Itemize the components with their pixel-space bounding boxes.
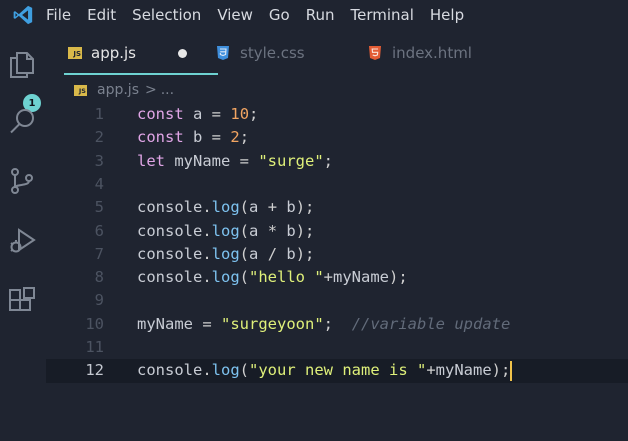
extensions-icon[interactable] xyxy=(6,285,38,317)
explorer-icon[interactable] xyxy=(6,48,38,80)
code-line[interactable]: 10 myName = "surgeyoon"; //variable updat… xyxy=(46,313,628,336)
css-file-icon xyxy=(216,45,230,61)
line-number: 12 xyxy=(85,361,104,380)
tab-app-js[interactable]: JS app.js xyxy=(68,30,136,75)
menu-go[interactable]: Go xyxy=(261,0,298,30)
vscode-logo-icon xyxy=(0,0,46,30)
editor-tabs: JS app.js style.css index.html xyxy=(46,30,628,75)
line-number: 4 xyxy=(94,174,104,193)
search-icon[interactable] xyxy=(6,105,38,137)
code-line[interactable]: 11 xyxy=(46,336,628,359)
line-number: 10 xyxy=(85,314,104,333)
line-number: 2 xyxy=(94,128,104,147)
code-line[interactable]: 1 const a = 10; xyxy=(46,103,628,126)
menu-file[interactable]: File xyxy=(46,0,79,30)
code-line[interactable]: 12 console.log("your new name is "+myName… xyxy=(46,359,628,383)
line-number: 7 xyxy=(94,244,104,263)
activity-bar: 1 xyxy=(0,30,46,441)
js-file-icon: JS xyxy=(68,46,82,59)
tab-label: style.css xyxy=(240,43,305,62)
line-number: 8 xyxy=(94,268,104,287)
code-line[interactable]: 4 xyxy=(46,173,628,196)
menu-help[interactable]: Help xyxy=(422,0,472,30)
line-number: 6 xyxy=(94,221,104,240)
code-text[interactable]: const b = 2; xyxy=(137,126,249,149)
code-text[interactable]: let myName = "surge"; xyxy=(137,150,333,173)
code-text[interactable]: console.log("hello "+myName); xyxy=(137,266,408,289)
tab-index-html[interactable]: index.html xyxy=(368,30,472,75)
js-file-icon: JS xyxy=(74,84,87,96)
line-number: 11 xyxy=(85,338,104,356)
source-control-icon[interactable] xyxy=(6,165,38,197)
menu-terminal[interactable]: Terminal xyxy=(343,0,422,30)
active-tab-indicator xyxy=(64,73,218,75)
line-number: 5 xyxy=(94,198,104,217)
code-line[interactable]: 6 console.log(a * b); xyxy=(46,220,628,243)
code-text[interactable]: const a = 10; xyxy=(137,103,258,126)
line-number: 1 xyxy=(94,105,104,123)
code-line[interactable]: 5 console.log(a + b); xyxy=(46,196,628,219)
code-text[interactable]: console.log(a * b); xyxy=(137,220,314,243)
breadcrumb-separator: > xyxy=(145,82,157,98)
menu-run[interactable]: Run xyxy=(298,0,343,30)
code-line[interactable]: 7 console.log(a / b); xyxy=(46,243,628,266)
menu-view[interactable]: View xyxy=(209,0,261,30)
code-text[interactable]: console.log("your new name is "+myName); xyxy=(137,359,513,382)
text-cursor xyxy=(510,360,513,381)
line-number: 3 xyxy=(94,151,104,170)
code-line[interactable]: 8 console.log("hello "+myName); xyxy=(46,266,628,289)
menu-selection[interactable]: Selection xyxy=(124,0,209,30)
breadcrumb-symbols[interactable]: ... xyxy=(161,82,174,98)
breadcrumb-file[interactable]: app.js xyxy=(97,82,139,98)
code-text[interactable]: console.log(a / b); xyxy=(137,243,314,266)
menu-bar: File Edit Selection View Go Run Terminal… xyxy=(0,0,628,30)
code-text[interactable]: console.log(a + b); xyxy=(137,196,314,219)
menu-edit[interactable]: Edit xyxy=(79,0,124,30)
code-editor[interactable]: 1 const a = 10; 2 const b = 2; 3 let myName =… xyxy=(46,103,628,441)
html-file-icon xyxy=(368,45,382,61)
code-line[interactable]: 3 let myName = "surge"; xyxy=(46,150,628,173)
run-debug-icon[interactable] xyxy=(6,225,38,257)
line-number: 9 xyxy=(94,291,104,310)
unsaved-dot-icon[interactable] xyxy=(178,49,187,58)
breadcrumb: JS app.js > ... xyxy=(74,80,174,100)
tab-label: app.js xyxy=(91,43,136,62)
tab-label: index.html xyxy=(392,43,472,62)
tab-style-css[interactable]: style.css xyxy=(216,30,305,75)
code-line[interactable]: 9 xyxy=(46,289,628,312)
code-line[interactable]: 2 const b = 2; xyxy=(46,126,628,149)
code-text[interactable]: myName = "surgeyoon"; //variable update xyxy=(137,313,510,336)
